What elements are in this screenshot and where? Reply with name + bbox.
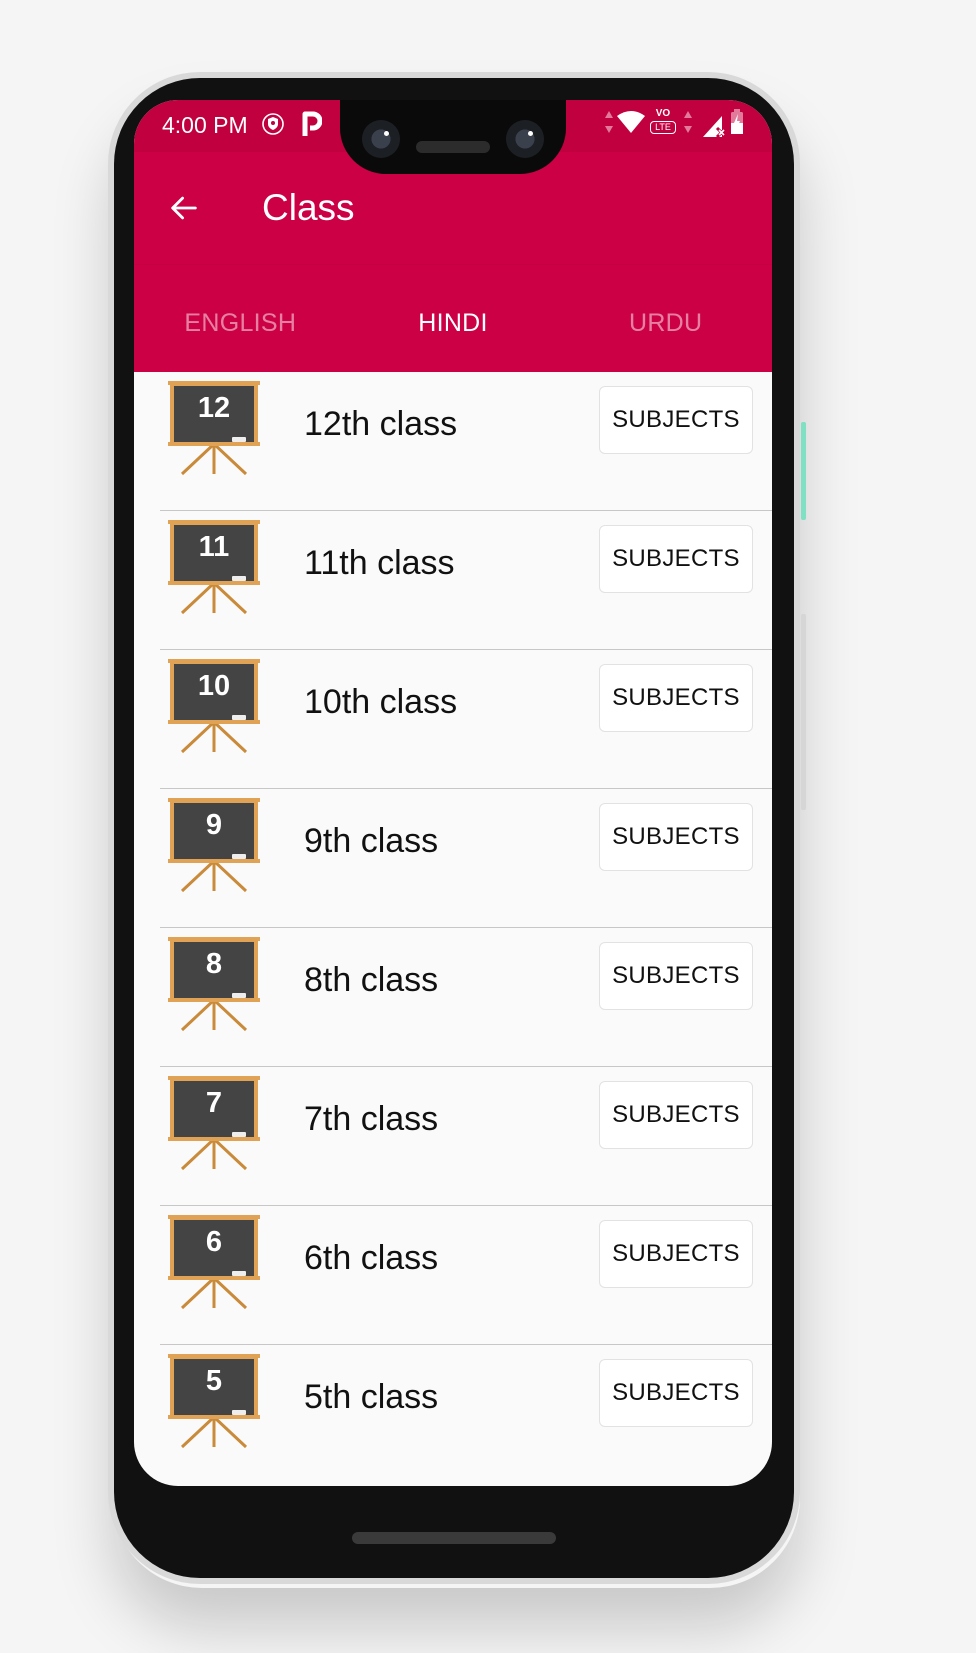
status-time: 4:00 PM <box>162 112 248 138</box>
class-row[interactable]: 5 5th class SUBJECTS <box>160 1345 772 1483</box>
class-row[interactable]: 8 8th class SUBJECTS <box>160 928 772 1067</box>
app-bar: Class ENGLISH HINDI URDU <box>134 152 772 372</box>
home-gesture-handle[interactable] <box>352 1532 556 1544</box>
class-label: 12th class <box>304 405 458 443</box>
data-arrows-icon <box>684 111 692 133</box>
class-label: 9th class <box>304 822 439 860</box>
blackboard-number: 8 <box>205 948 223 980</box>
class-label: 6th class <box>304 1239 439 1277</box>
class-label: 7th class <box>304 1100 439 1138</box>
subjects-button[interactable]: SUBJECTS <box>599 1359 753 1427</box>
class-label: 8th class <box>304 961 439 999</box>
wifi-icon <box>617 111 645 133</box>
status-bar: 4:00 PM VO LTE <box>134 100 772 174</box>
class-row[interactable]: 12 12th class SUBJECTS <box>160 372 772 511</box>
camera-notch <box>340 100 566 174</box>
tab-urdu[interactable]: URDU <box>559 265 772 373</box>
power-button <box>801 422 806 520</box>
subjects-button[interactable]: SUBJECTS <box>599 942 753 1010</box>
subjects-button[interactable]: SUBJECTS <box>599 1081 753 1149</box>
subjects-button[interactable]: SUBJECTS <box>599 664 753 732</box>
volte-top-text: VO <box>655 108 671 119</box>
language-tabs: ENGLISH HINDI URDU <box>134 264 772 373</box>
front-camera-left <box>362 120 400 158</box>
class-row[interactable]: 10 10th class SUBJECTS <box>160 650 772 789</box>
blackboard-number: 9 <box>205 809 223 841</box>
class-label: 10th class <box>304 683 458 721</box>
blackboard-number: 6 <box>205 1226 223 1258</box>
blackboard-number: 10 <box>197 670 231 702</box>
back-button[interactable] <box>164 188 204 228</box>
subjects-button[interactable]: SUBJECTS <box>599 803 753 871</box>
class-label: 11th class <box>304 544 455 582</box>
subjects-button[interactable]: SUBJECTS <box>599 1220 753 1288</box>
volte-icon: VO LTE <box>650 108 676 138</box>
parking-p-icon <box>302 111 322 136</box>
class-row[interactable]: 7 7th class SUBJECTS <box>160 1067 772 1206</box>
battery-charging-icon <box>731 109 743 134</box>
subjects-button[interactable]: SUBJECTS <box>599 386 753 454</box>
gesture-nav-bar <box>134 1486 772 1558</box>
signal-no-sim-icon <box>703 116 728 138</box>
blackboard-number: 11 <box>198 531 230 563</box>
page-title: Class <box>262 187 355 228</box>
blackboard-number: 12 <box>197 392 231 424</box>
subjects-button[interactable]: SUBJECTS <box>599 525 753 593</box>
tab-hindi[interactable]: HINDI <box>347 265 560 373</box>
volume-button <box>801 614 806 810</box>
class-row[interactable]: 11 11th class SUBJECTS <box>160 511 772 650</box>
earpiece-speaker <box>416 141 490 153</box>
tab-english[interactable]: ENGLISH <box>134 265 347 373</box>
phone-screen: Class ENGLISH HINDI URDU 4:00 PM VO LTE … <box>134 100 772 1486</box>
volte-bottom-text: LTE <box>650 121 676 134</box>
arrow-left-icon <box>171 196 197 220</box>
class-label: 5th class <box>304 1378 439 1416</box>
blackboard-number: 7 <box>205 1087 223 1119</box>
class-list: 12 12th class SUBJECTS 11 11th class SUB… <box>134 372 772 1483</box>
vpn-shield-icon <box>262 113 284 135</box>
data-arrows-icon <box>605 111 613 133</box>
front-camera-right <box>506 120 544 158</box>
class-row[interactable]: 6 6th class SUBJECTS <box>160 1206 772 1345</box>
class-row[interactable]: 9 9th class SUBJECTS <box>160 789 772 928</box>
blackboard-number: 5 <box>205 1365 223 1397</box>
